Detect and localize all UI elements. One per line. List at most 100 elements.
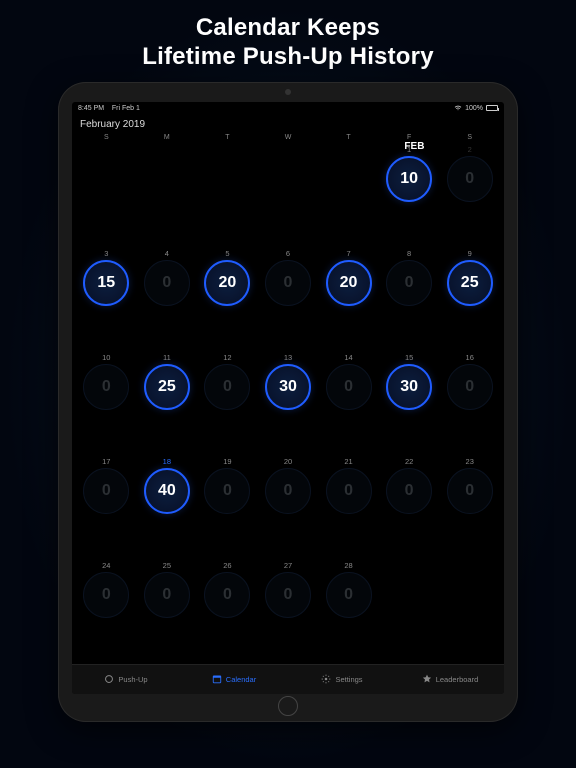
tab-leaderboard[interactable]: Leaderboard — [396, 665, 504, 694]
calendar-grid: 1102031540520607208092510011251201330140… — [72, 143, 504, 664]
calendar-cell — [379, 559, 440, 663]
weekday-label: S — [439, 134, 500, 141]
calendar-cell[interactable]: 100 — [76, 351, 137, 455]
day-value-circle: 0 — [326, 364, 372, 410]
pushup-icon — [104, 674, 114, 684]
status-date: Fri Feb 1 — [112, 105, 140, 112]
day-number: 8 — [407, 249, 411, 258]
month-title: February 2019 — [72, 113, 504, 134]
tab-settings[interactable]: Settings — [288, 665, 396, 694]
day-number: 12 — [223, 353, 231, 362]
day-value-circle: 0 — [326, 468, 372, 514]
day-value-circle: 0 — [386, 260, 432, 306]
tab-pushup[interactable]: Push-Up — [72, 665, 180, 694]
day-number: 7 — [346, 249, 350, 258]
tab-label: Settings — [335, 675, 362, 684]
tablet-camera — [285, 89, 291, 95]
day-number: 19 — [223, 457, 231, 466]
day-value-circle: 0 — [265, 468, 311, 514]
day-number: 27 — [284, 561, 292, 570]
day-value-circle: 0 — [83, 572, 129, 618]
status-battery-pct: 100% — [465, 105, 483, 112]
calendar-cell[interactable]: 260 — [197, 559, 258, 663]
day-value-circle: 30 — [386, 364, 432, 410]
day-value-circle: 0 — [144, 260, 190, 306]
calendar-cell[interactable]: 170 — [76, 455, 137, 559]
day-value-circle: 15 — [83, 260, 129, 306]
tab-label: Leaderboard — [436, 675, 479, 684]
day-value-circle: 0 — [204, 364, 250, 410]
calendar-cell[interactable]: 925 — [439, 247, 500, 351]
calendar-cell[interactable]: 240 — [76, 559, 137, 663]
day-number: 22 — [405, 457, 413, 466]
day-number: 14 — [344, 353, 352, 362]
day-value-circle: 0 — [386, 468, 432, 514]
day-value-circle: 0 — [83, 468, 129, 514]
calendar-cell[interactable]: 120 — [197, 351, 258, 455]
calendar-cell[interactable]: 280 — [318, 559, 379, 663]
calendar-cell[interactable]: 1840 — [137, 455, 198, 559]
settings-icon — [321, 674, 331, 684]
day-value-circle: 0 — [144, 572, 190, 618]
leaderboard-icon — [422, 674, 432, 684]
weekday-label: T — [318, 134, 379, 141]
calendar-cell[interactable]: 190 — [197, 455, 258, 559]
headline-line-2: Lifetime Push-Up History — [142, 43, 434, 72]
wifi-icon — [454, 105, 462, 111]
calendar-cell[interactable]: 1125 — [137, 351, 198, 455]
calendar-cell[interactable]: 720 — [318, 247, 379, 351]
day-value-circle: 0 — [204, 468, 250, 514]
day-value-circle: 0 — [265, 260, 311, 306]
day-number: 24 — [102, 561, 110, 570]
calendar-cell[interactable]: 80 — [379, 247, 440, 351]
day-number: 16 — [466, 353, 474, 362]
calendar-cell[interactable]: 315 — [76, 247, 137, 351]
day-value-circle: 0 — [447, 468, 493, 514]
day-number: 26 — [223, 561, 231, 570]
tablet-frame: 8:45 PM Fri Feb 1 100% February 2019 SMT… — [58, 82, 518, 722]
status-time: 8:45 PM — [78, 105, 104, 112]
day-number: 2 — [468, 145, 472, 154]
weekday-label: F — [379, 134, 440, 141]
day-value-circle: 10 — [386, 156, 432, 202]
day-value-circle: 30 — [265, 364, 311, 410]
calendar-cell[interactable]: 210 — [318, 455, 379, 559]
calendar-cell[interactable]: 520 — [197, 247, 258, 351]
weekday-label: T — [197, 134, 258, 141]
day-value-circle: 20 — [204, 260, 250, 306]
day-number: 11 — [163, 353, 171, 362]
day-number: 18 — [163, 457, 171, 466]
day-number: 10 — [102, 353, 110, 362]
day-value-circle: 25 — [144, 364, 190, 410]
calendar-cell[interactable]: 220 — [379, 455, 440, 559]
day-value-circle: 0 — [83, 364, 129, 410]
calendar-cell[interactable]: 1330 — [258, 351, 319, 455]
calendar-cell[interactable]: 40 — [137, 247, 198, 351]
marketing-headline: Calendar Keeps Lifetime Push-Up History — [142, 14, 434, 72]
app-screen: 8:45 PM Fri Feb 1 100% February 2019 SMT… — [72, 102, 504, 694]
calendar-cell[interactable]: 140 — [318, 351, 379, 455]
day-value-circle: 40 — [144, 468, 190, 514]
weekday-label: M — [137, 134, 198, 141]
home-button[interactable] — [278, 696, 298, 716]
calendar-cell[interactable]: 200 — [258, 455, 319, 559]
calendar-icon — [212, 674, 222, 684]
tab-calendar[interactable]: Calendar — [180, 665, 288, 694]
calendar-cell[interactable]: 20 — [439, 143, 500, 247]
day-number: 5 — [225, 249, 229, 258]
calendar-cell — [318, 143, 379, 247]
calendar-cell[interactable]: 230 — [439, 455, 500, 559]
calendar-cell[interactable]: 1530 — [379, 351, 440, 455]
calendar-cell[interactable]: 110 — [379, 143, 440, 247]
calendar-cell[interactable]: 60 — [258, 247, 319, 351]
day-value-circle: 0 — [447, 364, 493, 410]
calendar-cell[interactable]: 270 — [258, 559, 319, 663]
battery-icon — [486, 105, 498, 111]
day-value-circle: 0 — [447, 156, 493, 202]
calendar-cell — [197, 143, 258, 247]
calendar-cell[interactable]: 250 — [137, 559, 198, 663]
day-number: 23 — [466, 457, 474, 466]
day-number: 13 — [284, 353, 292, 362]
month-badge: FEB — [404, 141, 424, 152]
calendar-cell[interactable]: 160 — [439, 351, 500, 455]
